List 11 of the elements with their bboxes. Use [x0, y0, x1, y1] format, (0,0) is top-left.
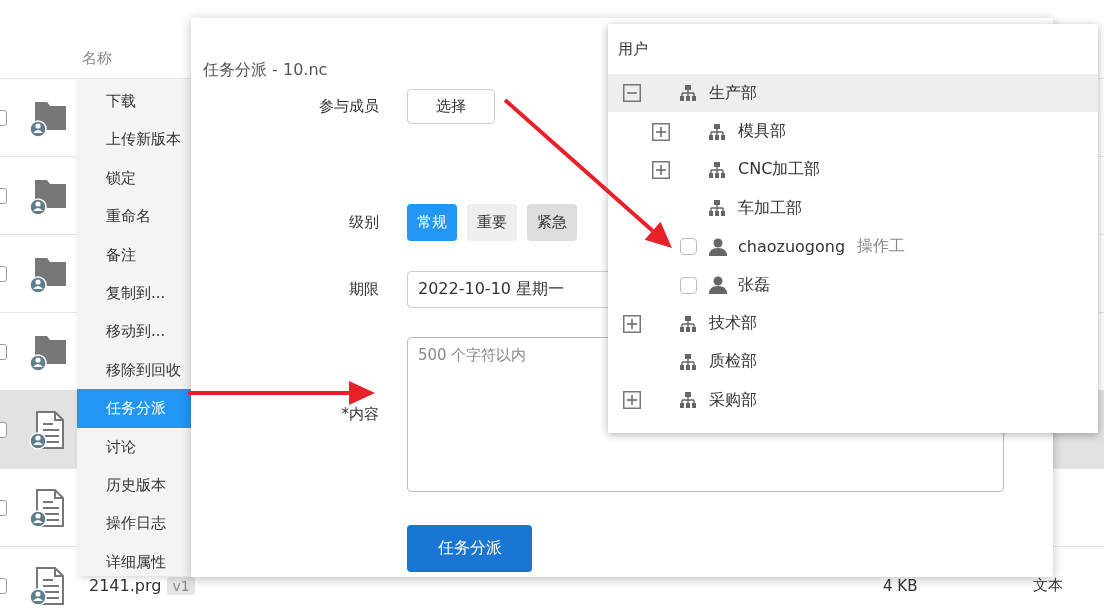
field-label: *内容 [340, 405, 379, 424]
file-type: 文本 [1033, 576, 1064, 595]
version-tag: v1 [167, 576, 195, 595]
field-label: 期限 [348, 280, 379, 299]
file-size: 4 KB [883, 576, 919, 595]
user-role: 操作工 [857, 236, 906, 258]
dialog-title: 任务分派 - 10.nc [202, 59, 329, 81]
panel-title: 用户 [617, 39, 649, 60]
file-name: 2141.prg [89, 576, 162, 595]
field-label: 参与成员 [318, 97, 379, 116]
field-label: 级别 [348, 213, 379, 232]
